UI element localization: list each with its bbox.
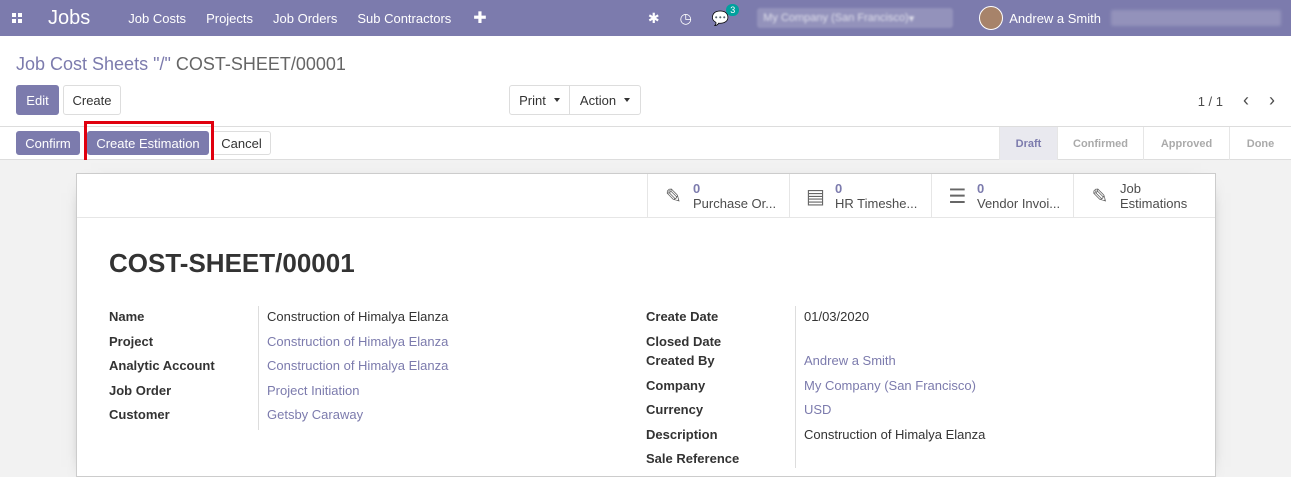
field-label: Job Order [109, 383, 172, 398]
field-label: Analytic Account [109, 358, 215, 373]
breadcrumb: Job Cost Sheets "/" COST-SHEET/00001 [16, 54, 346, 75]
field-label: Company [646, 378, 706, 393]
plus-icon[interactable]: ✚ [461, 8, 498, 28]
form-sheet: ✎ 0 Purchase Or... ▤ 0 HR Timeshe... ☰ 0 Ve… [76, 173, 1216, 477]
hr-timesheets-smart-button[interactable]: ▤ 0 HR Timeshe... [789, 174, 931, 218]
print-label: Print [519, 92, 546, 108]
stage-approved: Approved [1143, 127, 1229, 160]
stage-draft: Draft [999, 127, 1057, 160]
apps-menu-icon[interactable] [0, 0, 34, 36]
book-icon: ▤ [806, 185, 825, 208]
stage-pipeline: Draft Confirmed Approved Done [999, 127, 1291, 160]
description-value: Construction of Himalya Elanza [804, 427, 986, 442]
company-link[interactable]: My Company (San Francisco) [804, 378, 976, 393]
breadcrumb-current: COST-SHEET/00001 [175, 54, 346, 74]
field-label: Sale Reference [646, 451, 740, 466]
created-by-link[interactable]: Andrew a Smith [804, 353, 896, 368]
menu-projects[interactable]: Projects [196, 11, 263, 26]
analytic-account-link[interactable]: Construction of Himalya Elanza [267, 358, 448, 373]
control-panel: Job Cost Sheets "/" COST-SHEET/00001 Edi… [0, 36, 1291, 127]
purchase-orders-smart-button[interactable]: ✎ 0 Purchase Or... [647, 174, 789, 218]
database-name [1111, 10, 1281, 26]
field-label: Create Date [646, 309, 719, 324]
caret-down-icon [624, 98, 631, 102]
confirm-button[interactable]: Confirm [16, 131, 80, 155]
edit-icon: ✎ [665, 185, 682, 208]
create-date-value: 01/03/2020 [804, 309, 870, 324]
clock-icon[interactable]: ◷ [680, 10, 692, 27]
stage-confirmed: Confirmed [1057, 127, 1143, 160]
caret-down-icon [553, 98, 560, 102]
chevron-left-icon[interactable]: ‹ [1243, 90, 1249, 111]
stage-done: Done [1229, 127, 1291, 160]
menu-job-costs[interactable]: Job Costs [118, 11, 196, 26]
field-label: Created By [646, 353, 715, 368]
job-order-link[interactable]: Project Initiation [267, 383, 360, 398]
cancel-button[interactable]: Cancel [212, 131, 271, 155]
field-separator [795, 306, 796, 468]
action-label: Action [579, 92, 617, 108]
menu-sub-contractors[interactable]: Sub Contractors [347, 11, 461, 26]
user-name[interactable]: Andrew a Smith [1009, 11, 1101, 26]
project-link[interactable]: Construction of Himalya Elanza [267, 334, 448, 349]
edit-button[interactable]: Edit [16, 85, 59, 115]
smart-button-box: ✎ 0 Purchase Or... ▤ 0 HR Timeshe... ☰ 0 Ve… [77, 174, 1215, 218]
print-dropdown[interactable]: Print [509, 85, 570, 115]
chevron-right-icon[interactable]: › [1269, 90, 1275, 111]
bug-icon[interactable]: ✱ [648, 10, 660, 27]
currency-link[interactable]: USD [804, 402, 831, 417]
job-estimations-smart-button[interactable]: ✎ Job Estimations [1073, 174, 1215, 218]
smart-button-label: HR Timeshe... [835, 196, 918, 211]
smart-button-label: Job Estimations [1120, 181, 1188, 211]
create-button[interactable]: Create [63, 85, 121, 115]
avatar[interactable] [979, 6, 1004, 30]
record-title: COST-SHEET/00001 [109, 248, 355, 278]
action-dropdown[interactable]: Action [569, 85, 641, 115]
smart-button-value: 0 [693, 181, 701, 196]
customer-link[interactable]: Getsby Caraway [267, 407, 363, 422]
pager-value[interactable]: 1 / 1 [1198, 94, 1223, 109]
field-label: Closed Date [646, 334, 722, 349]
vendor-invoices-smart-button[interactable]: ☰ 0 Vendor Invoi... [931, 174, 1073, 218]
breadcrumb-parent[interactable]: Job Cost Sheets "/" [16, 54, 171, 74]
field-separator [258, 306, 259, 430]
field-label: Name [109, 309, 145, 324]
name-value: Construction of Himalya Elanza [267, 309, 449, 324]
top-navbar: Jobs Job Costs Projects Job Orders Sub C… [0, 0, 1291, 36]
list-icon: ☰ [948, 185, 967, 208]
company-switcher-label: My Company (San Francisco) [763, 12, 909, 24]
field-label: Description [646, 427, 718, 442]
company-switcher[interactable]: My Company (San Francisco) ▾ [757, 8, 954, 28]
smart-button-label: Purchase Or... [693, 196, 777, 211]
smart-button-value: 0 [977, 181, 985, 196]
chat-icon[interactable]: 💬 3 [712, 3, 740, 27]
edit-icon: ✎ [1091, 185, 1109, 208]
field-label: Currency [646, 402, 704, 417]
app-title: Jobs [48, 6, 91, 29]
field-label: Project [109, 334, 154, 349]
menu-job-orders[interactable]: Job Orders [263, 11, 347, 26]
smart-button-value: 0 [835, 181, 843, 196]
smart-button-label: Vendor Invoi... [977, 196, 1061, 211]
chat-count-badge: 3 [726, 3, 740, 16]
field-label: Customer [109, 407, 170, 422]
